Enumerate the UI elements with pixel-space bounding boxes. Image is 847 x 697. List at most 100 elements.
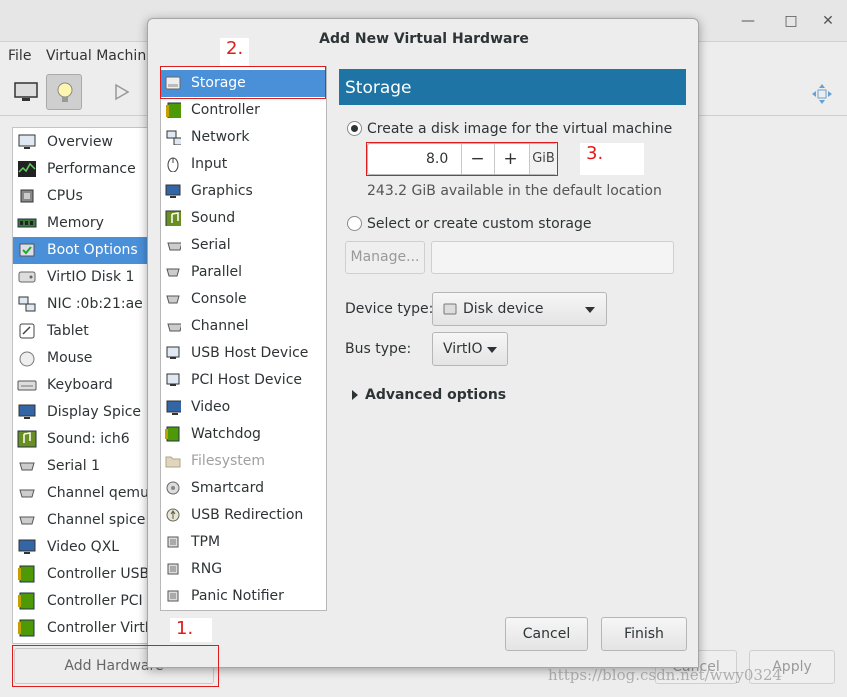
- console-view-button[interactable]: [8, 74, 44, 110]
- device-list-item[interactable]: Sound: [161, 205, 326, 232]
- chevron-down-icon: [585, 307, 595, 313]
- device-list-item[interactable]: Parallel: [161, 259, 326, 286]
- device-list-item[interactable]: RNG: [161, 556, 326, 583]
- tablet-icon: [17, 322, 37, 340]
- graphics-icon: [165, 183, 181, 199]
- hardware-list-item[interactable]: Serial 1: [13, 453, 151, 480]
- sound-icon: [165, 210, 185, 228]
- hardware-list-item[interactable]: Mouse: [13, 345, 151, 372]
- hardware-list-item[interactable]: Keyboard: [13, 372, 151, 399]
- device-list-item[interactable]: Console: [161, 286, 326, 313]
- details-view-button[interactable]: [46, 74, 82, 110]
- move-icon[interactable]: [810, 82, 834, 106]
- hardware-list-item[interactable]: NIC :0b:21:ae: [13, 291, 151, 318]
- watermark: https://blog.csdn.net/wwy0324: [548, 666, 783, 684]
- hardware-list-item[interactable]: Memory: [13, 210, 151, 237]
- device-list-item[interactable]: Graphics: [161, 178, 326, 205]
- hardware-list-item-label: Memory: [47, 215, 104, 231]
- hardware-list-item-label: Mouse: [47, 350, 93, 366]
- manage-button[interactable]: Manage...: [345, 241, 425, 274]
- device-list-item[interactable]: Input: [161, 151, 326, 178]
- video-icon: [17, 538, 37, 556]
- hardware-list-item-label: Sound: ich6: [47, 431, 130, 447]
- bus-type-label: Bus type:: [345, 341, 412, 357]
- hardware-list-item-label: Controller VirtIO: [47, 620, 152, 636]
- create-disk-radio[interactable]: [347, 121, 362, 136]
- dialog-cancel-button[interactable]: Cancel: [505, 617, 588, 651]
- maximize-icon[interactable]: □: [783, 13, 799, 29]
- device-list-item[interactable]: Channel: [161, 313, 326, 340]
- device-list-item[interactable]: Panic Notifier: [161, 583, 326, 610]
- hardware-list-item[interactable]: Controller PCI: [13, 588, 151, 615]
- bus-type-select[interactable]: VirtIO: [432, 332, 508, 366]
- sound-icon: [17, 430, 37, 448]
- hardware-list-item[interactable]: Tablet: [13, 318, 151, 345]
- device-list-item-label: Network: [191, 129, 250, 145]
- display-icon: [17, 403, 37, 421]
- run-button[interactable]: [104, 74, 140, 110]
- hardware-list-item[interactable]: Channel qemu-: [13, 480, 152, 507]
- hardware-list-item[interactable]: Sound: ich6: [13, 426, 151, 453]
- device-list-item[interactable]: Watchdog: [161, 421, 326, 448]
- custom-storage-radio[interactable]: [347, 216, 362, 231]
- video-icon: [165, 399, 184, 415]
- hardware-list[interactable]: Overview Performance CPUs Memory Boot Option…: [12, 127, 152, 644]
- hardware-list-item[interactable]: Video QXL: [13, 534, 151, 561]
- hardware-list-item-label: VirtIO Disk 1: [47, 269, 135, 285]
- advanced-options-expander[interactable]: Advanced options: [350, 386, 506, 406]
- hardware-list-item[interactable]: Boot Options: [13, 237, 151, 264]
- boot-icon: [17, 241, 37, 259]
- device-list-item[interactable]: PCI Host Device: [161, 367, 326, 394]
- close-icon[interactable]: ✕: [820, 13, 836, 29]
- hardware-list-item[interactable]: Overview: [13, 129, 151, 156]
- device-list-item[interactable]: Smartcard: [161, 475, 326, 502]
- device-list-item[interactable]: Serial: [161, 232, 326, 259]
- hardware-list-item[interactable]: Channel spice: [13, 507, 151, 534]
- keyboard-icon: [17, 376, 37, 394]
- finish-button[interactable]: Finish: [601, 617, 687, 651]
- panic-icon: [165, 588, 181, 604]
- annotation-box-storage: [160, 66, 326, 99]
- device-list-item[interactable]: USB Redirection: [161, 502, 326, 529]
- device-list-item-label: RNG: [191, 561, 223, 577]
- controller-icon: [17, 619, 37, 637]
- play-icon: [115, 83, 130, 101]
- custom-storage-path-input[interactable]: [431, 241, 674, 274]
- network-icon: [17, 295, 37, 313]
- device-list-item-label: Controller: [191, 102, 260, 118]
- hardware-list-item[interactable]: VirtIO Disk 1: [13, 264, 151, 291]
- memory-icon: [17, 214, 37, 232]
- device-list-item-label: Serial: [191, 237, 231, 253]
- hardware-list-item[interactable]: Controller USB: [13, 561, 151, 588]
- annotation-step-3: 3.: [580, 143, 644, 175]
- controller-icon: [165, 102, 183, 120]
- device-list-item-label: Channel: [191, 318, 249, 334]
- menu-virtual-machine[interactable]: Virtual Machine: [46, 48, 155, 64]
- device-list-item[interactable]: Video: [161, 394, 326, 421]
- hardware-list-item[interactable]: Display Spice: [13, 399, 151, 426]
- serial-icon: [17, 457, 37, 475]
- device-list-item[interactable]: TPM: [161, 529, 326, 556]
- chevron-down-icon: [487, 347, 497, 353]
- hardware-list-item-label: Boot Options: [47, 242, 138, 258]
- hardware-list-item[interactable]: Controller VirtIO: [13, 615, 152, 642]
- smartcard-icon: [165, 480, 181, 496]
- custom-storage-label: Select or create custom storage: [367, 216, 592, 232]
- minimize-icon[interactable]: —: [740, 13, 756, 29]
- device-list-item[interactable]: USB Host Device: [161, 340, 326, 367]
- channel-icon: [17, 484, 37, 502]
- device-list-item[interactable]: Controller: [161, 97, 326, 124]
- tpm-icon: [165, 534, 181, 550]
- hardware-list-item[interactable]: CPUs: [13, 183, 151, 210]
- hardware-list-item[interactable]: Performance: [13, 156, 151, 183]
- hardware-list-item-label: Channel qemu-: [47, 485, 152, 501]
- input-icon: [165, 156, 181, 173]
- menu-file[interactable]: File: [8, 48, 31, 64]
- device-list-item[interactable]: Network: [161, 124, 326, 151]
- hardware-list-item-label: Overview: [47, 134, 113, 150]
- disk-icon: [17, 268, 37, 286]
- monitor-icon: [17, 133, 37, 151]
- device-type-select[interactable]: Disk device: [432, 292, 607, 326]
- console-icon: [165, 291, 181, 307]
- device-type-list[interactable]: Storage Controller Network Input Graphics Sou…: [160, 66, 327, 611]
